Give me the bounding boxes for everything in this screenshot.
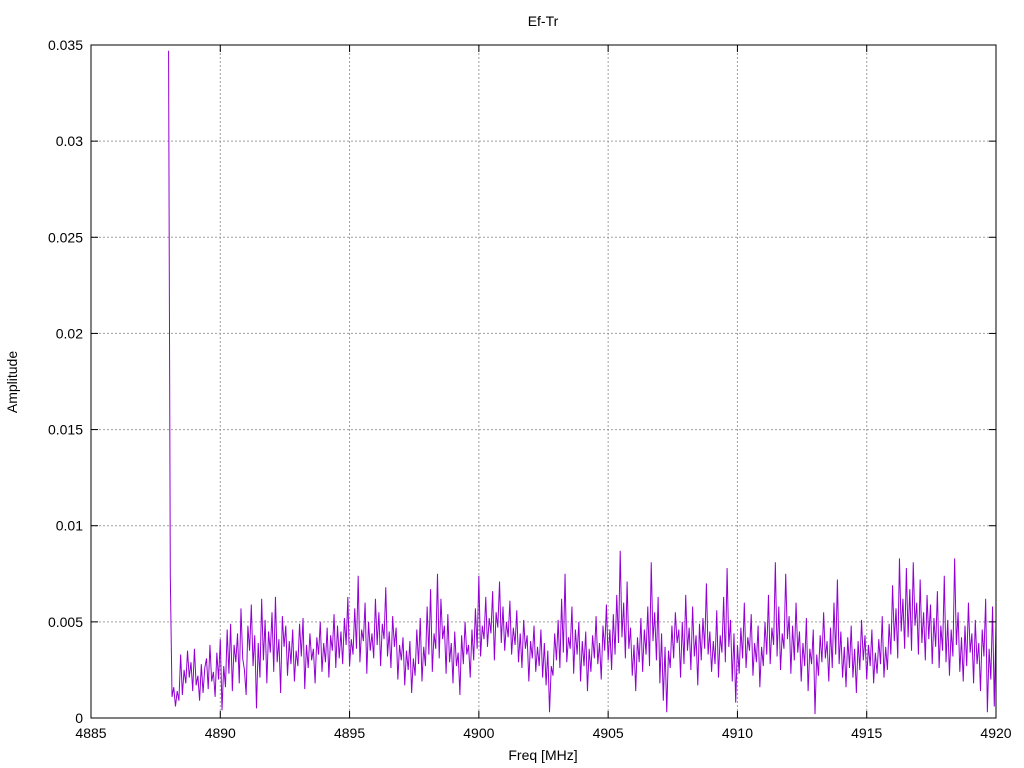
x-tick-label: 4900 [463,725,494,741]
y-tick-label: 0.02 [56,325,83,341]
y-tick-label: 0.005 [48,614,83,630]
y-tick-label: 0.025 [48,229,83,245]
x-axis-label: Freq [MHz] [508,747,577,763]
y-tick-label: 0 [75,710,83,726]
y-axis-label: Amplitude [4,351,20,413]
x-tick-label: 4895 [334,725,365,741]
x-tick-label: 4910 [722,725,753,741]
spectrum-chart: 4885 4890 4895 4900 4905 4910 4915 4920 0 0.005 0.… [0,0,1024,768]
chart-title: Ef-Tr [528,13,559,29]
y-tick-label: 0.01 [56,518,83,534]
y-tick-label: 0.035 [48,37,83,53]
x-tick-label: 4915 [851,725,882,741]
y-tick-label: 0.015 [48,422,83,438]
y-tick-label: 0.03 [56,133,83,149]
x-tick-label: 4905 [593,725,624,741]
x-tick-label: 4920 [980,725,1011,741]
x-tick-label: 4890 [205,725,236,741]
x-tick-label: 4885 [75,725,106,741]
